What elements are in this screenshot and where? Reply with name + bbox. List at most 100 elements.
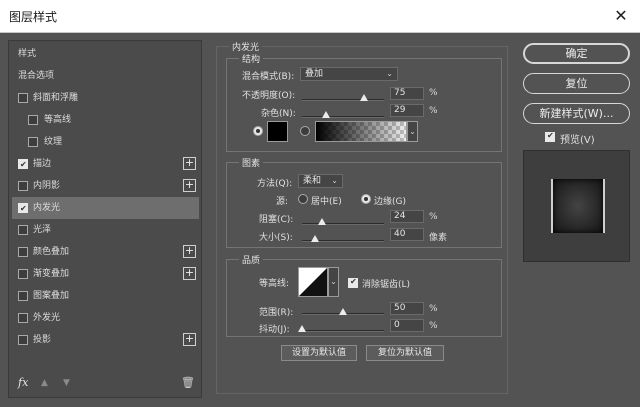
styles-panel: 样式混合选项斜面和浮雕等高线纹理描边 + 内阴影 + 内发光光泽颜色叠加 + 渐变叠加 + 图案… [8,40,202,398]
style-checkbox[interactable] [18,247,28,257]
style-checkbox[interactable] [18,291,28,301]
add-style-plus-icon[interactable]: + [183,245,196,258]
anti-alias-label[interactable]: 消除锯齿(L) [362,277,410,290]
style-item[interactable]: 样式 [12,43,199,65]
add-style-plus-icon[interactable]: + [183,267,196,280]
style-item[interactable]: 斜面和浮雕 [12,87,199,109]
style-item[interactable]: 内发光 [12,197,199,220]
style-item[interactable]: 混合选项 [12,65,199,87]
add-style-plus-icon[interactable]: + [183,157,196,170]
elements-title: 图素 [239,156,264,169]
style-checkbox[interactable] [18,181,28,191]
jitter-unit: % [429,321,438,331]
contour-label: 等高线: [259,279,290,289]
source-label: 源: [276,197,289,207]
contour-chevron-icon[interactable]: ⌄ [328,267,339,297]
trash-icon[interactable]: 🗑 [181,376,195,389]
style-item-label: 斜面和浮雕 [33,93,79,103]
style-item[interactable]: 投影 + [12,329,199,351]
style-checkbox[interactable] [18,313,28,323]
anti-alias-checkbox[interactable] [348,277,358,288]
solid-color-radio[interactable] [253,126,263,136]
blend-mode-value: 叠加 [305,69,324,79]
source-edge-label[interactable]: 边缘(G) [374,194,406,207]
add-style-plus-icon[interactable]: + [183,179,196,192]
source-edge-radio[interactable] [361,194,371,204]
styles-list: 样式混合选项斜面和浮雕等高线纹理描边 + 内阴影 + 内发光光泽颜色叠加 + 渐变叠加 + 图案… [12,43,199,351]
reset-button[interactable]: 复位 [523,73,630,94]
style-item[interactable]: 颜色叠加 + [12,241,199,263]
opacity-slider[interactable] [302,94,384,101]
style-item[interactable]: 描边 + [12,153,199,176]
chevron-down-icon: ⌄ [386,69,393,78]
glow-color-swatch[interactable] [267,121,288,142]
close-icon[interactable]: ✕ [610,5,632,27]
chevron-down-icon: ⌄ [331,176,338,185]
technique-label: 方法(Q): [257,179,293,189]
size-input[interactable]: 40 [390,228,424,241]
style-checkbox[interactable] [28,137,38,147]
style-item[interactable]: 渐变叠加 + [12,263,199,285]
style-item[interactable]: 等高线 [12,109,199,131]
source-center-radio[interactable] [298,194,308,204]
style-item-label: 内发光 [33,203,61,213]
opacity-slider-thumb[interactable] [359,94,368,101]
noise-slider-thumb[interactable] [321,111,330,118]
style-item[interactable]: 内阴影 + [12,175,199,197]
choke-slider-thumb[interactable] [317,218,326,225]
new-style-button[interactable]: 新建样式(W)... [523,103,630,124]
contour-preview[interactable] [298,267,328,297]
gradient-radio[interactable] [300,126,310,136]
style-item[interactable]: 外发光 [12,307,199,329]
style-checkbox[interactable] [18,269,28,279]
fx-button[interactable]: fx [18,376,28,389]
style-item-label: 外发光 [33,313,61,323]
ok-button[interactable]: 确定 [523,43,630,64]
style-checkbox[interactable] [18,93,28,103]
style-item-label: 等高线 [44,115,72,125]
size-unit: 像素 [429,233,448,243]
jitter-slider-thumb[interactable] [298,325,306,332]
style-item[interactable]: 光泽 [12,219,199,241]
range-slider[interactable] [302,308,384,315]
noise-unit: % [429,106,438,116]
preview-checkbox[interactable] [545,131,555,142]
gradient-swatch[interactable] [315,121,407,142]
preview-label[interactable]: 预览(V) [560,131,595,146]
quality-title: 品质 [239,253,264,266]
reset-default-button[interactable]: 复位为默认值 [366,345,444,361]
range-slider-thumb[interactable] [339,308,347,315]
choke-input[interactable]: 24 [390,210,424,223]
size-slider[interactable] [302,235,384,242]
choke-label: 阻塞(C): [259,215,294,225]
opacity-label: 不透明度(O): [242,91,296,101]
jitter-slider[interactable] [298,325,384,332]
blend-mode-select[interactable]: 叠加 ⌄ [300,67,398,81]
technique-select[interactable]: 柔和 ⌄ [298,174,343,188]
range-input[interactable]: 50 [390,302,424,315]
style-checkbox[interactable] [18,198,28,220]
choke-slider[interactable] [302,218,384,225]
arrow-down-icon[interactable]: ▼ [63,378,70,388]
size-slider-thumb[interactable] [311,235,320,242]
arrow-up-icon[interactable]: ▲ [41,378,48,388]
technique-value: 柔和 [303,176,322,186]
style-item-label: 纹理 [44,137,63,147]
style-item-label: 样式 [18,49,37,59]
gradient-picker-chevron-icon[interactable]: ⌄ [407,121,418,142]
style-item-label: 渐变叠加 [33,269,70,279]
source-center-label[interactable]: 居中(E) [311,194,342,207]
make-default-button[interactable]: 设置为默认值 [281,345,357,361]
noise-slider[interactable] [302,111,384,118]
style-checkbox[interactable] [18,154,28,176]
style-item[interactable]: 图案叠加 [12,285,199,307]
add-style-plus-icon[interactable]: + [183,333,196,346]
style-checkbox[interactable] [28,115,38,125]
jitter-input[interactable]: 0 [390,319,424,332]
opacity-input[interactable]: 75 [390,87,424,100]
noise-input[interactable]: 29 [390,104,424,117]
style-checkbox[interactable] [18,225,28,235]
style-checkbox[interactable] [18,335,28,345]
style-item[interactable]: 纹理 [12,131,199,153]
style-item-label: 混合选项 [18,71,55,81]
